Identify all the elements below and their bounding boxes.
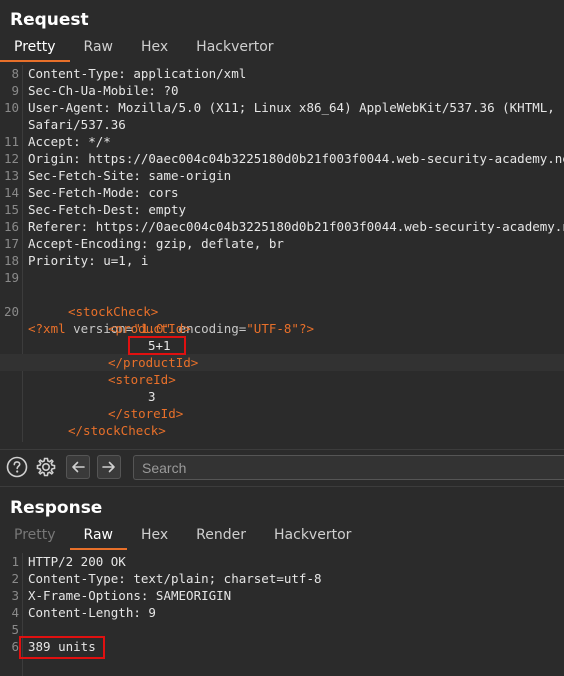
request-line: 13 Sec-Fetch-Site: same-origin: [3, 168, 232, 183]
request-tab-hex[interactable]: Hex: [127, 38, 182, 62]
request-line: 12 Origin: https://0aec004c04b3225180d0b2…: [3, 151, 564, 166]
response-line: 4 Content-Length: 9: [11, 605, 156, 620]
xml-storeid-open: <storeId>: [108, 372, 176, 387]
request-line: 15 Sec-Fetch-Dest: empty: [3, 202, 187, 217]
response-tabs: Pretty Raw Hex Render Hackvertor: [0, 524, 564, 550]
response-highlight-box: [19, 636, 105, 659]
request-tab-pretty[interactable]: Pretty: [0, 38, 70, 62]
request-editor[interactable]: 8 Content-Type: application/xml 9 Sec-Ch-U…: [0, 65, 564, 442]
back-button[interactable]: [66, 455, 90, 479]
xml-line: </productId>: [0, 354, 564, 371]
request-line: 9 Sec-Ch-Ua-Mobile: ?0: [11, 83, 179, 98]
request-tabs: Pretty Raw Hex Hackvertor: [0, 36, 564, 62]
response-editor[interactable]: 1 HTTP/2 200 OK 2 Content-Type: text/plain…: [0, 553, 564, 676]
response-title: Response: [10, 498, 103, 518]
response-line: 1 HTTP/2 200 OK: [11, 554, 126, 569]
xml-line: </storeId>: [0, 405, 564, 422]
xml-productid-open: <productId>: [108, 321, 191, 336]
xml-line: 5+1: [0, 337, 564, 354]
response-line: 3 X-Frame-Options: SAMEORIGIN: [11, 588, 232, 603]
xml-line: </stockCheck>: [0, 422, 564, 439]
response-line: 2 Content-Type: text/plain; charset=utf-8: [11, 571, 322, 586]
xml-storeid-close: </storeId>: [108, 406, 184, 421]
gear-icon: [36, 457, 56, 477]
question-circle-icon: [6, 456, 28, 478]
xml-line: <storeId>: [0, 371, 564, 388]
request-title: Request: [10, 10, 89, 30]
arrow-right-icon: [102, 461, 115, 473]
request-tab-raw[interactable]: Raw: [70, 38, 127, 62]
request-line: 14 Sec-Fetch-Mode: cors: [3, 185, 179, 200]
help-button[interactable]: [6, 456, 28, 478]
xml-stockcheck-close: </stockCheck>: [68, 423, 166, 438]
request-line: 11 Accept: */*: [3, 134, 111, 149]
request-line: Safari/537.36: [28, 117, 126, 132]
response-tab-hackvertor[interactable]: Hackvertor: [260, 526, 365, 550]
settings-button[interactable]: [35, 456, 57, 478]
storeid-value[interactable]: 3: [148, 388, 156, 405]
response-tab-pretty[interactable]: Pretty: [0, 526, 70, 550]
productid-highlight-box: [128, 336, 186, 355]
request-line: 10 User-Agent: Mozilla/5.0 (X11; Linux x8…: [3, 100, 555, 115]
xml-line: <stockCheck>: [0, 303, 564, 320]
arrow-left-icon: [72, 461, 85, 473]
search-input[interactable]: Search: [133, 455, 564, 480]
request-line: 17 Accept-Encoding: gzip, deflate, br: [3, 236, 284, 251]
request-tab-hackvertor[interactable]: Hackvertor: [182, 38, 287, 62]
search-toolbar: Search: [0, 449, 564, 487]
xml-line: <productId>: [0, 320, 564, 337]
response-tab-raw[interactable]: Raw: [69, 526, 127, 550]
response-tab-render[interactable]: Render: [182, 526, 260, 550]
xml-line: 3: [0, 388, 564, 405]
response-tab-hex[interactable]: Hex: [127, 526, 182, 550]
forward-button[interactable]: [97, 455, 121, 479]
request-line: 19: [3, 270, 19, 285]
request-line: 8 Content-Type: application/xml: [11, 66, 247, 81]
request-line: 16 Referer: https://0aec004c04b3225180d0b…: [3, 219, 564, 234]
xml-stockcheck-open: <stockCheck>: [68, 304, 159, 319]
xml-declaration-line: 20 <?xml version="1.0" encoding="UTF-8"?…: [3, 304, 315, 336]
request-line: 18 Priority: u=1, i: [3, 253, 149, 268]
xml-productid-close: </productId>: [108, 355, 199, 370]
